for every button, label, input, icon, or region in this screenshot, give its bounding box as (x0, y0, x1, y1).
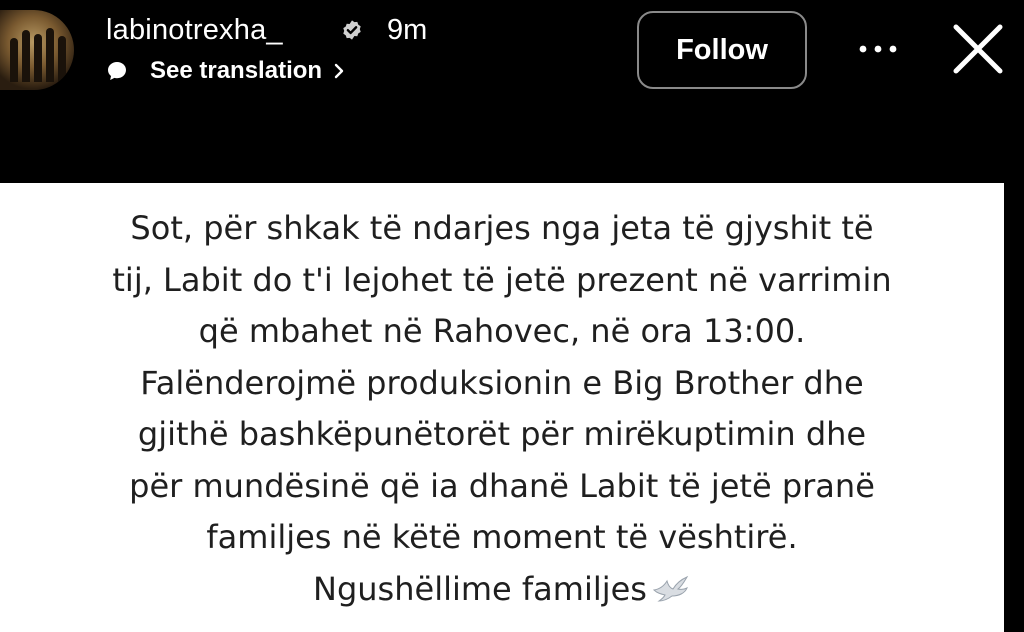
story-line: familjes në këtë moment të vështirë. (206, 518, 798, 556)
story-header: labinotrexha_ 9m See translation Follow (0, 0, 1024, 100)
dove-icon (652, 575, 689, 602)
story-line: gjithë bashkëpunëtorët për mirëkuptimin … (137, 415, 867, 453)
story-line-final: Ngushëllime familjes (0, 564, 1004, 616)
close-icon[interactable] (950, 21, 1006, 77)
story-text-card: Sot, për shkak të ndarjes nga jeta të gj… (0, 183, 1004, 632)
verified-badge-icon (343, 20, 361, 40)
chevron-right-icon (334, 63, 344, 79)
follow-button[interactable]: Follow (637, 11, 807, 89)
story-line: që mbahet në Rahovec, në ora 13:00. (198, 312, 806, 350)
story-line: tij, Labit do t'i lejohet të jetë prezen… (112, 260, 892, 299)
post-time: 9m (387, 14, 428, 46)
story-message: Sot, për shkak të ndarjes nga jeta të gj… (0, 203, 1004, 615)
see-translation-link[interactable]: See translation (106, 57, 346, 85)
story-line: Sot, për shkak të ndarjes nga jeta të gj… (130, 209, 874, 247)
translate-bubble-icon (108, 62, 126, 80)
story-line: për mundësinë që ia dhanë Labit të jetë … (129, 466, 875, 505)
avatar[interactable] (0, 10, 74, 90)
username[interactable]: labinotrexha_ (106, 14, 283, 47)
more-icon[interactable] (858, 44, 898, 54)
story-line: Ngushëllime familjes (313, 569, 647, 608)
see-translation-label: See translation (150, 57, 323, 84)
story-line: Falënderojmë produksionin e Big Brother … (140, 363, 864, 402)
